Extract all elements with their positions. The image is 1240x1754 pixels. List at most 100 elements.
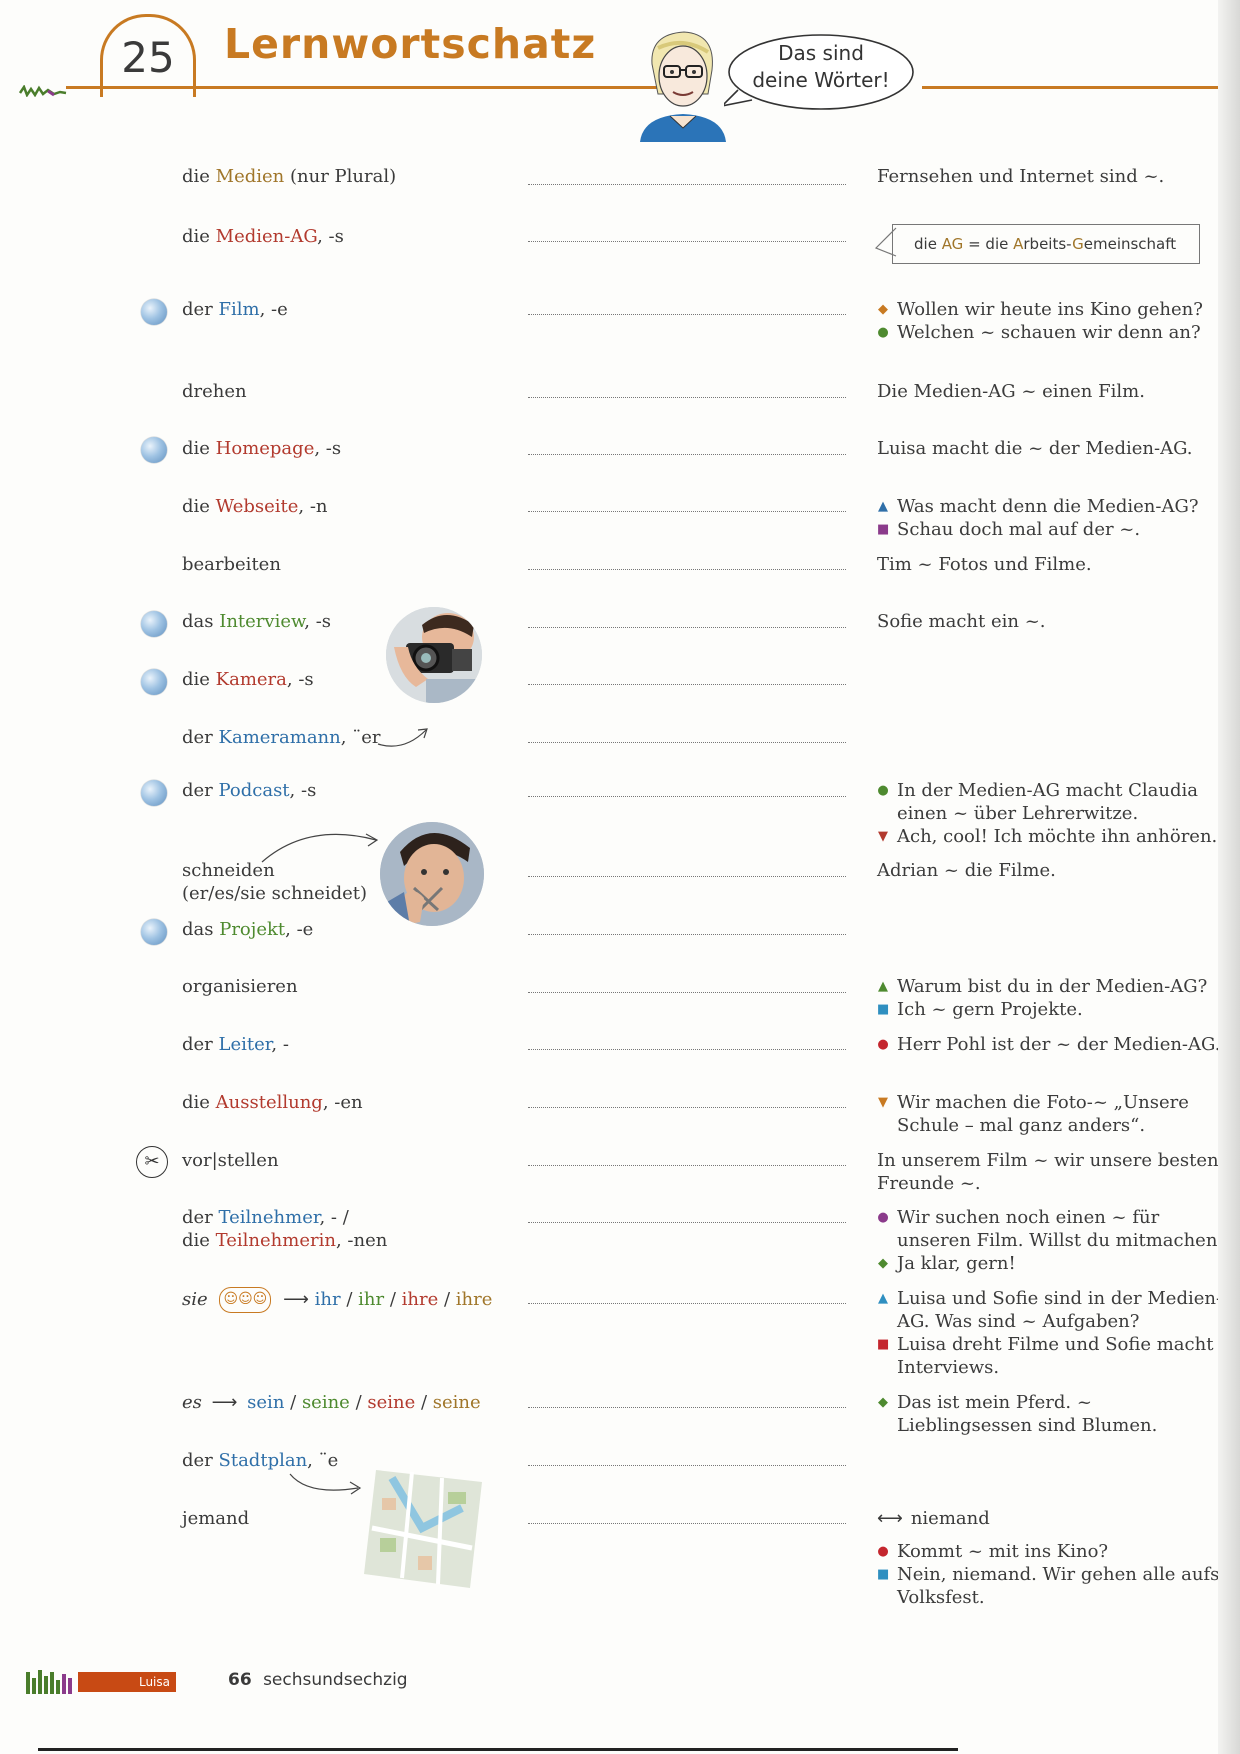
curved-arrow-icon xyxy=(288,1470,368,1504)
arrow-icon: ⟶ xyxy=(283,1289,309,1310)
vocab-podcast: der Podcast, -s xyxy=(182,780,317,801)
dot-icon: ● xyxy=(877,1544,889,1559)
square-icon: ■ xyxy=(877,1567,890,1582)
vocab-kameramann: der Kameramann, ¨er xyxy=(182,727,381,748)
example-webseite: ▲ Was macht denn die Medien-AG? ■ Schau do… xyxy=(877,496,1199,540)
diamond-icon: ◆ xyxy=(878,1395,888,1410)
answer-line[interactable] xyxy=(528,184,846,185)
globe-icon xyxy=(141,919,167,945)
example-sie: ▲ Luisa und Sofie sind in der Medien-AG. … xyxy=(877,1288,1223,1378)
square-icon: ■ xyxy=(877,522,890,537)
triangle-down-icon: ▼ xyxy=(878,1095,888,1110)
example-vorstellen: In unserem Film ~ wir unsere besten Freu… xyxy=(877,1150,1219,1194)
header-left-flag-icon xyxy=(18,82,68,98)
answer-line[interactable] xyxy=(528,934,846,935)
square-icon: ■ xyxy=(877,1002,890,1017)
vocab-es-possessive: es ⟶ sein / seine / seine / seine xyxy=(182,1392,481,1413)
chapter-badge: 25 xyxy=(100,14,196,97)
example-film: ◆ Wollen wir heute ins Kino gehen? ● Welch… xyxy=(877,299,1203,343)
globe-icon xyxy=(141,669,167,695)
dot-icon: ● xyxy=(877,783,889,798)
answer-line[interactable] xyxy=(528,314,846,315)
answer-line[interactable] xyxy=(528,454,846,455)
example-drehen: Die Medien-AG ~ einen Film. xyxy=(877,381,1145,402)
chapter-number: 25 xyxy=(121,33,175,82)
answer-line[interactable] xyxy=(528,1465,846,1466)
scissors-icon: ✂ xyxy=(136,1146,168,1178)
vocab-homepage: die Homepage, -s xyxy=(182,438,342,459)
triangle-icon: ▲ xyxy=(878,499,888,514)
example-jemand: ⟷ niemand ● Kommt ~ mit ins Kino? ■ Nein, n… xyxy=(877,1508,1220,1608)
example-ausstellung: ▼ Wir machen die Foto-~ „Unsere Schule – … xyxy=(878,1092,1189,1136)
example-medien: Fernsehen und Internet sind ~. xyxy=(877,166,1165,187)
example-podcast: ● In der Medien-AG macht Claudia einen ~ … xyxy=(877,780,1218,847)
header-rule-right xyxy=(922,86,1222,89)
answer-line[interactable] xyxy=(528,742,846,743)
globe-icon xyxy=(141,780,167,806)
cameraman-photo xyxy=(386,607,482,703)
example-organisieren: ▲ Warum bist du in der Medien-AG? ■ Ich ~ … xyxy=(877,976,1208,1020)
example-interview: Sofie macht ein ~. xyxy=(877,611,1046,632)
vocab-medien-ag: die Medien-AG, -s xyxy=(182,226,344,247)
dot-icon: ● xyxy=(877,1210,889,1225)
vocab-organisieren: organisieren xyxy=(182,976,298,997)
answer-line[interactable] xyxy=(528,1222,846,1223)
triangle-icon: ▲ xyxy=(878,1291,888,1306)
page-number: 66 sechsundsechzig xyxy=(228,1670,408,1690)
answer-line[interactable] xyxy=(528,876,846,877)
answer-line[interactable] xyxy=(528,1523,846,1524)
group-people-icon: ☺☺☺ xyxy=(219,1287,272,1313)
example-schneiden: Adrian ~ die Filme. xyxy=(877,860,1056,881)
speech-line-2: deine Wörter! xyxy=(752,68,890,92)
double-arrow-icon: ⟷ xyxy=(877,1508,903,1529)
pointer-arrow xyxy=(874,226,898,266)
example-homepage: Luisa macht die ~ der Medien-AG. xyxy=(877,438,1193,459)
dot-icon: ● xyxy=(877,325,889,340)
vocab-kamera: die Kamera, -s xyxy=(182,669,314,690)
teacher-avatar xyxy=(628,24,738,144)
square-icon: ■ xyxy=(877,1337,890,1352)
globe-icon xyxy=(141,611,167,637)
answer-line[interactable] xyxy=(528,1049,846,1050)
triangle-icon: ▲ xyxy=(878,979,888,994)
example-teilnehmer: ● Wir suchen noch einen ~ für unseren Fil… xyxy=(877,1207,1228,1274)
dot-icon: ● xyxy=(877,1037,889,1052)
answer-line[interactable] xyxy=(528,511,846,512)
vocab-leiter: der Leiter, - xyxy=(182,1034,289,1055)
speech-line-1: Das sind xyxy=(778,41,864,65)
example-es: ◆ Das ist mein Pferd. ~ Lieblingsessen si… xyxy=(878,1392,1158,1436)
globe-icon xyxy=(141,299,167,325)
city-map-image xyxy=(362,1468,482,1588)
vocab-interview: das Interview, -s xyxy=(182,611,332,632)
page-title: Lernwortschatz xyxy=(224,20,597,68)
vocab-medien: die Medien (nur Plural) xyxy=(182,166,397,187)
answer-line[interactable] xyxy=(528,1165,846,1166)
answer-line[interactable] xyxy=(528,1107,846,1108)
vocab-ausstellung: die Ausstellung, -en xyxy=(182,1092,363,1113)
answer-line[interactable] xyxy=(528,569,846,570)
answer-line[interactable] xyxy=(528,1407,846,1408)
bottom-rule xyxy=(38,1748,958,1751)
diamond-icon: ◆ xyxy=(878,302,888,317)
answer-line[interactable] xyxy=(528,627,846,628)
diamond-icon: ◆ xyxy=(878,1256,888,1271)
name-tag: Luisa xyxy=(78,1672,176,1692)
answer-line[interactable] xyxy=(528,796,846,797)
vocab-vorstellen: vor|stellen xyxy=(182,1150,279,1171)
right-edge-shadow xyxy=(1218,0,1240,1754)
vocab-bearbeiten: bearbeiten xyxy=(182,554,281,575)
scissors-photo xyxy=(380,822,484,926)
example-bearbeiten: Tim ~ Fotos und Filme. xyxy=(877,554,1092,575)
arrow-icon: ⟶ xyxy=(211,1392,238,1413)
answer-line[interactable] xyxy=(528,241,846,242)
vocab-drehen: drehen xyxy=(182,381,247,402)
example-leiter: ● Herr Pohl ist der ~ der Medien-AG. xyxy=(877,1034,1221,1055)
vocab-teilnehmer: der Teilnehmer, - / die Teilnehmerin, -n… xyxy=(182,1207,388,1251)
answer-line[interactable] xyxy=(528,397,846,398)
vocab-schneiden: schneiden (er/es/sie schneidet) xyxy=(182,860,368,904)
answer-line[interactable] xyxy=(528,992,846,993)
answer-line[interactable] xyxy=(528,684,846,685)
vocab-projekt: das Projekt, -e xyxy=(182,919,314,940)
speech-bubble: Das sind deine Wörter! xyxy=(724,26,918,112)
answer-line[interactable] xyxy=(528,1303,846,1304)
